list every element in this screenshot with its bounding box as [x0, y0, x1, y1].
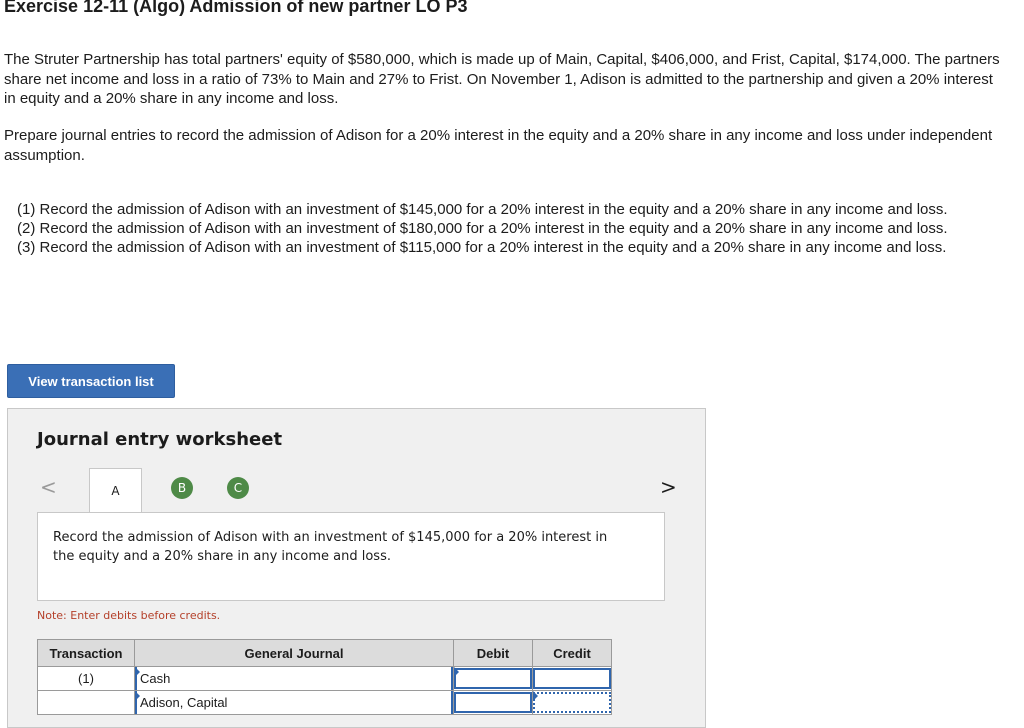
general-journal-header: General Journal: [134, 639, 454, 667]
credit-cell[interactable]: [532, 666, 612, 691]
debit-cell[interactable]: [453, 666, 533, 691]
credit-header: Credit: [532, 639, 612, 667]
transaction-header: Transaction: [37, 639, 135, 667]
transaction-cell: [37, 690, 135, 715]
tab-a[interactable]: A: [89, 468, 142, 513]
account-cell[interactable]: Cash: [134, 666, 454, 691]
credit-cell[interactable]: [532, 690, 612, 715]
journal-header-row: Transaction General Journal Debit Credit: [37, 639, 612, 667]
account-select[interactable]: Cash: [135, 667, 453, 690]
account-select[interactable]: Adison, Capital: [135, 691, 453, 714]
problem-instruction: Prepare journal entries to record the ad…: [4, 127, 993, 164]
journal-entry-worksheet: Journal entry worksheet < > A B C Record…: [7, 408, 706, 728]
worksheet-title: Journal entry worksheet: [37, 429, 283, 450]
view-transaction-list-button[interactable]: View transaction list: [7, 364, 175, 398]
journal-table: Transaction General Journal Debit Credit…: [37, 639, 612, 715]
account-name: Adison, Capital: [140, 695, 228, 710]
requirement-1: (1) Record the admission of Adison with …: [17, 201, 948, 218]
input-marker-icon: [454, 667, 459, 677]
exercise-title: Exercise 12-11 (Algo) Admission of new p…: [4, 0, 468, 16]
problem-intro: The Struter Partnership has total partne…: [4, 51, 1000, 107]
prompt-text: Record the admission of Adison with an i…: [53, 530, 608, 564]
tab-b[interactable]: B: [171, 477, 193, 499]
credit-input[interactable]: [533, 692, 611, 713]
previous-arrow-icon[interactable]: <: [40, 475, 57, 499]
debit-cell[interactable]: [453, 690, 533, 715]
dropdown-marker-icon: [135, 691, 140, 701]
requirements-list: (1) Record the admission of Adison with …: [17, 200, 997, 257]
debit-input[interactable]: [454, 668, 532, 689]
dropdown-marker-icon: [135, 667, 140, 677]
debit-input[interactable]: [454, 692, 532, 713]
requirement-2: (2) Record the admission of Adison with …: [17, 220, 948, 237]
entry-note: Note: Enter debits before credits.: [37, 609, 221, 622]
table-row: Adison, Capital: [37, 690, 612, 715]
table-row: (1) Cash: [37, 666, 612, 691]
tab-c[interactable]: C: [227, 477, 249, 499]
next-arrow-icon[interactable]: >: [660, 475, 677, 499]
prompt-panel: Record the admission of Adison with an i…: [37, 512, 665, 601]
transaction-cell: (1): [37, 666, 135, 691]
input-marker-icon: [533, 691, 538, 701]
requirement-3: (3) Record the admission of Adison with …: [17, 239, 947, 256]
credit-input[interactable]: [533, 668, 611, 689]
account-name: Cash: [140, 671, 171, 686]
debit-header: Debit: [453, 639, 533, 667]
account-cell[interactable]: Adison, Capital: [134, 690, 454, 715]
